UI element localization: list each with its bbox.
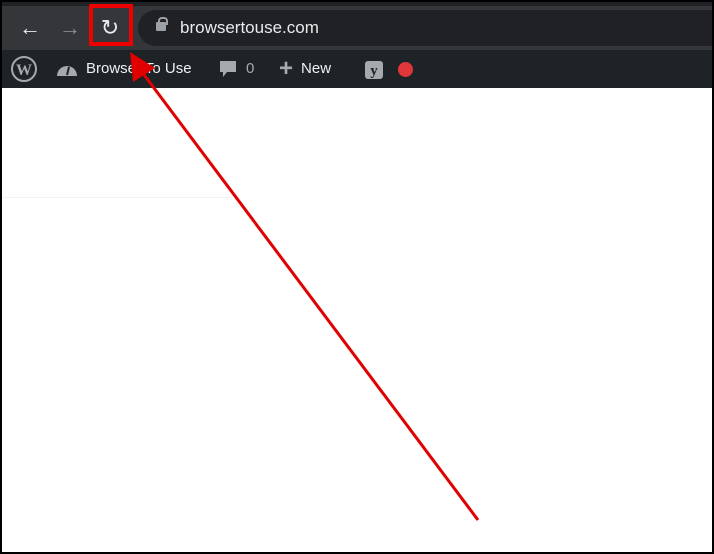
annotation-arrow bbox=[130, 52, 480, 521]
arrow-head bbox=[130, 52, 155, 82]
arrow-shaft bbox=[140, 71, 480, 521]
